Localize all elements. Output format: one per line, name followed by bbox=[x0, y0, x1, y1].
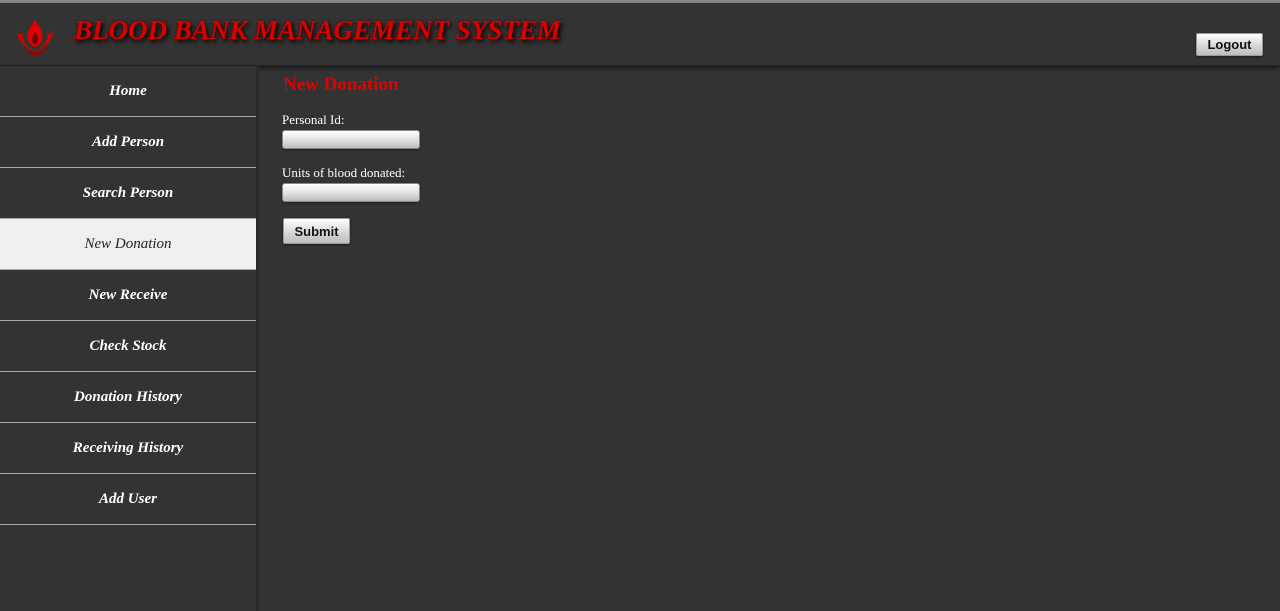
sidebar-nav: Home Add Person Search Person New Donati… bbox=[0, 66, 259, 611]
app-header: BLOOD BANK MANAGEMENT SYSTEM Logout bbox=[0, 3, 1280, 66]
sidebar-item-receiving-history[interactable]: Receiving History bbox=[0, 423, 256, 474]
main-content: New Donation Personal Id: Units of blood… bbox=[259, 66, 1280, 611]
sidebar-item-search-person[interactable]: Search Person bbox=[0, 168, 256, 219]
sidebar-item-add-user[interactable]: Add User bbox=[0, 474, 256, 525]
blood-drop-flame-icon bbox=[17, 19, 53, 55]
logout-button[interactable]: Logout bbox=[1196, 33, 1263, 56]
sidebar-item-new-donation[interactable]: New Donation bbox=[0, 219, 256, 270]
sidebar-item-new-receive[interactable]: New Receive bbox=[0, 270, 256, 321]
units-donated-label: Units of blood donated: bbox=[282, 165, 406, 180]
page-title: New Donation bbox=[283, 74, 399, 95]
personal-id-input[interactable] bbox=[282, 130, 420, 149]
sidebar-item-check-stock[interactable]: Check Stock bbox=[0, 321, 256, 372]
sidebar-item-add-person[interactable]: Add Person bbox=[0, 117, 256, 168]
sidebar-item-home[interactable]: Home bbox=[0, 66, 256, 117]
sidebar-item-donation-history[interactable]: Donation History bbox=[0, 372, 256, 423]
personal-id-label: Personal Id: bbox=[282, 112, 345, 127]
app-title: BLOOD BANK MANAGEMENT SYSTEM bbox=[74, 15, 561, 45]
units-donated-input[interactable] bbox=[282, 183, 420, 202]
submit-button[interactable]: Submit bbox=[283, 218, 350, 244]
